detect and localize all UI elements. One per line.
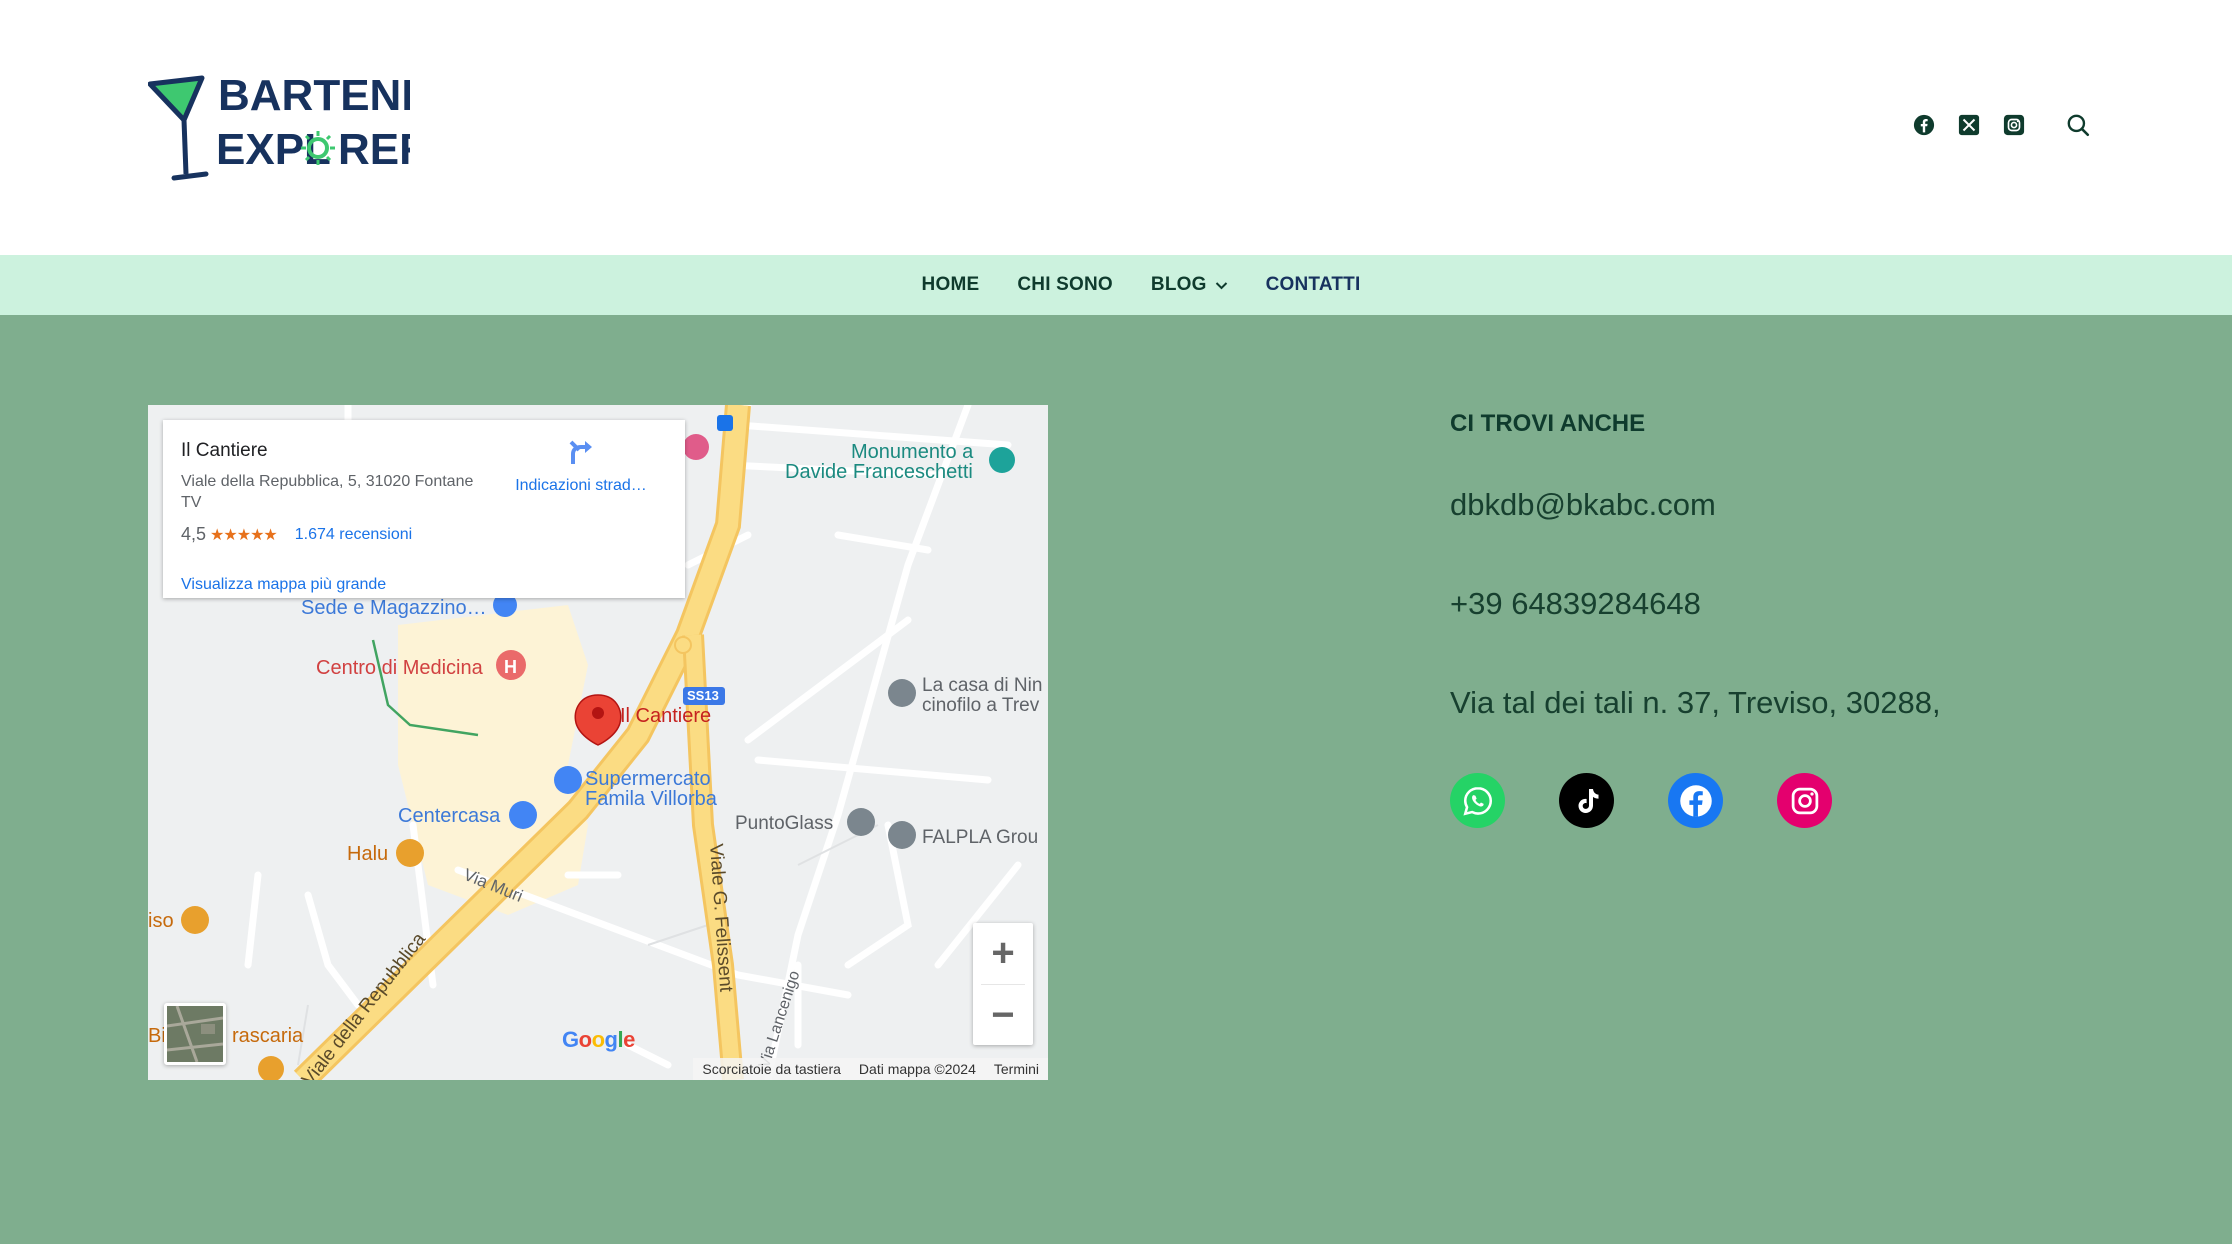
x-twitter-icon[interactable] bbox=[1957, 113, 1981, 137]
header-social-icons bbox=[1912, 110, 2092, 140]
map-label: SS13 bbox=[687, 688, 719, 703]
map-data-text: Dati mappa ©2024 bbox=[858, 1061, 976, 1077]
site-header: BARTENDER EXPL RER bbox=[0, 0, 2232, 255]
map-label: FALPLA Grou bbox=[922, 827, 1039, 848]
site-logo[interactable]: BARTENDER EXPL RER bbox=[147, 70, 494, 184]
rating-stars: ★★★★★ bbox=[210, 526, 278, 544]
nav-item-chi-sono[interactable]: CHI SONO bbox=[1017, 274, 1113, 296]
map-label: Centercasa bbox=[398, 805, 501, 827]
contact-address: Via tal dei tali n. 37, Treviso, 30288, bbox=[1450, 685, 1941, 720]
logo-text-line1: BARTENDER bbox=[218, 71, 410, 120]
map-label: iso bbox=[148, 910, 174, 932]
facebook-icon[interactable] bbox=[1912, 113, 1936, 137]
instagram-icon[interactable] bbox=[2002, 113, 2026, 137]
contact-heading: CI TROVI ANCHE bbox=[1450, 410, 1646, 437]
map-label: Famila Villorba bbox=[585, 788, 717, 810]
place-rating: 4,5 ★★★★★ 1.674 recensioni bbox=[181, 524, 412, 545]
nav-label: HOME bbox=[921, 274, 980, 295]
logo-text-line2a: EXPL bbox=[216, 125, 331, 174]
search-icon[interactable] bbox=[2064, 111, 2092, 139]
reviews-link[interactable]: 1.674 recensioni bbox=[295, 526, 412, 544]
logo-text-line2b: RER bbox=[338, 125, 410, 174]
place-name: Il Cantiere bbox=[181, 440, 268, 461]
map-label: cinofilo a Trev bbox=[922, 695, 1040, 716]
map-zoom-controls: + − bbox=[973, 923, 1033, 1045]
whatsapp-icon[interactable] bbox=[1450, 773, 1505, 828]
map-label: Sede e Magazzino… bbox=[301, 597, 487, 619]
directions-button[interactable]: Indicazioni strad… bbox=[501, 436, 661, 495]
map-label: rascaria bbox=[232, 1025, 304, 1047]
chevron-down-icon bbox=[1215, 281, 1227, 289]
place-info-card: Il Cantiere Viale della Repubblica, 5, 3… bbox=[163, 420, 685, 598]
google-map-embed[interactable]: H Monumento a Davide Franceschetti Sede … bbox=[148, 405, 1048, 1080]
nav-label: CHI SONO bbox=[1017, 274, 1113, 295]
directions-icon bbox=[569, 440, 592, 464]
view-larger-map-link[interactable]: Visualizza mappa più grande bbox=[181, 576, 386, 594]
keyboard-shortcuts-link[interactable]: Scorciatoie da tastiera bbox=[702, 1061, 841, 1077]
google-logo: Google bbox=[562, 1027, 635, 1052]
contact-phone[interactable]: +39 64839284648 bbox=[1450, 586, 1701, 622]
svg-text:H: H bbox=[504, 657, 517, 677]
place-address: Viale della Repubblica, 5, 31020 Fontane… bbox=[181, 473, 474, 511]
map-label: Il Cantiere bbox=[620, 705, 712, 727]
terms-link[interactable]: Termini bbox=[994, 1061, 1039, 1077]
map-label: La casa di Nin bbox=[922, 675, 1043, 696]
map-label: Centro di Medicina bbox=[316, 657, 483, 679]
map-attribution: Scorciatoie da tastiera Dati mappa ©2024… bbox=[693, 1058, 1048, 1080]
main-navigation: HOME CHI SONO BLOG CONTATTI bbox=[0, 255, 2232, 315]
facebook-icon[interactable] bbox=[1668, 773, 1723, 828]
satellite-layer-toggle[interactable] bbox=[164, 1003, 226, 1065]
rating-value: 4,5 bbox=[181, 524, 207, 544]
map-label: Davide Franceschetti bbox=[785, 461, 973, 483]
map-label: PuntoGlass bbox=[735, 813, 834, 834]
social-links bbox=[1450, 773, 1832, 828]
nav-item-contatti[interactable]: CONTATTI bbox=[1266, 274, 1361, 296]
contact-email[interactable]: dbkdb@bkabc.com bbox=[1450, 487, 1716, 523]
nav-item-home[interactable]: HOME bbox=[922, 274, 980, 296]
map-label: Halu bbox=[347, 843, 389, 865]
nav-label: BLOG bbox=[1150, 274, 1207, 295]
directions-label: Indicazioni strad… bbox=[515, 477, 647, 494]
instagram-icon[interactable] bbox=[1777, 773, 1832, 828]
zoom-in-button[interactable]: + bbox=[973, 923, 1033, 984]
zoom-out-button[interactable]: − bbox=[973, 985, 1033, 1046]
tiktok-icon[interactable] bbox=[1559, 773, 1614, 828]
nav-label: CONTATTI bbox=[1265, 274, 1361, 295]
nav-item-blog[interactable]: BLOG bbox=[1151, 274, 1228, 296]
